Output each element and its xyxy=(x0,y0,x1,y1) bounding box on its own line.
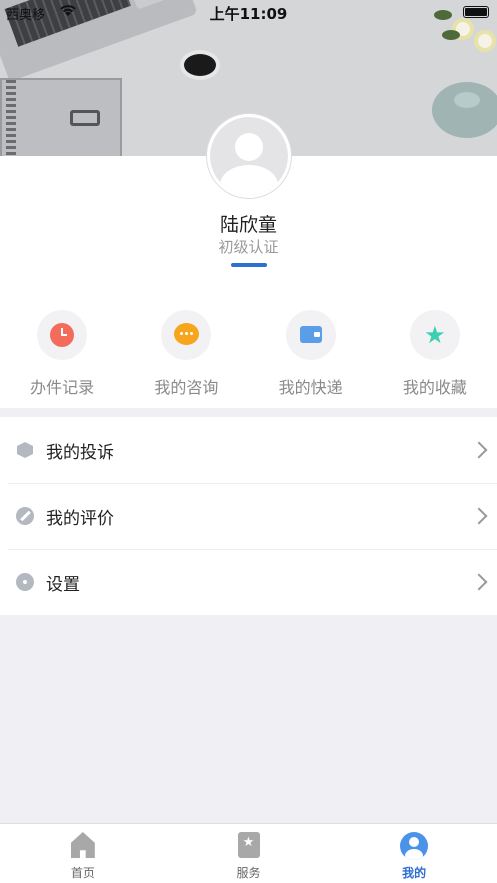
quick-action-records[interactable]: 办件记录 xyxy=(0,310,124,398)
clock-icon xyxy=(50,323,75,347)
chevron-right-icon xyxy=(470,441,488,459)
home-icon xyxy=(70,832,95,858)
tab-label: 我的 xyxy=(402,866,427,880)
teapot-photo xyxy=(432,82,497,138)
star-icon: ★ xyxy=(424,321,446,349)
quick-action-label: 我的快递 xyxy=(278,378,343,397)
chat-bubble-icon xyxy=(174,323,200,345)
notebook-photo xyxy=(0,78,122,156)
verification-level: 初级认证 xyxy=(218,238,279,256)
chevron-right-icon xyxy=(470,573,488,591)
quick-action-label: 办件记录 xyxy=(30,378,95,397)
bookmark-icon xyxy=(237,832,260,858)
menu-item-label: 我的评价 xyxy=(46,508,114,529)
status-bar: 西奥移 上午11:09 xyxy=(0,0,497,24)
gear-icon xyxy=(16,573,34,591)
tab-bar: 首页 服务 我的 xyxy=(0,823,497,883)
chevron-right-icon xyxy=(470,507,488,525)
tab-label: 首页 xyxy=(70,866,95,880)
profile-card: 陆欣童 初级认证 办件记录 我的咨询 我的快递 ★ 我的收藏 xyxy=(0,114,497,408)
wallet-icon xyxy=(299,326,322,343)
quick-action-favorites[interactable]: ★ 我的收藏 xyxy=(373,310,497,398)
quick-action-label: 我的收藏 xyxy=(402,378,467,397)
tab-home[interactable]: 首页 xyxy=(0,824,166,883)
cube-icon xyxy=(17,442,33,458)
settings-menu: 我的投诉 我的评价 设置 xyxy=(0,417,497,615)
quick-actions: 办件记录 我的咨询 我的快递 ★ 我的收藏 xyxy=(0,310,497,398)
tab-services[interactable]: 服务 xyxy=(166,824,332,883)
status-time: 上午11:09 xyxy=(209,5,288,23)
menu-item-reviews[interactable]: 我的评价 xyxy=(0,483,497,549)
tab-mine[interactable]: 我的 xyxy=(331,824,497,883)
menu-item-label: 设置 xyxy=(46,574,80,595)
user-icon xyxy=(400,832,429,860)
level-underline xyxy=(231,263,267,267)
coffee-cup-photo xyxy=(180,50,220,80)
quick-action-consult[interactable]: 我的咨询 xyxy=(124,310,248,398)
menu-item-label: 我的投诉 xyxy=(46,442,114,463)
menu-item-settings[interactable]: 设置 xyxy=(0,549,497,615)
menu-item-complaints[interactable]: 我的投诉 xyxy=(0,417,497,483)
pen-icon xyxy=(16,507,34,525)
tab-label: 服务 xyxy=(236,866,261,880)
battery-icon xyxy=(463,6,489,18)
avatar[interactable] xyxy=(207,114,291,198)
user-name: 陆欣童 xyxy=(219,214,277,236)
quick-action-express[interactable]: 我的快递 xyxy=(249,310,373,398)
quick-action-label: 我的咨询 xyxy=(154,378,219,397)
